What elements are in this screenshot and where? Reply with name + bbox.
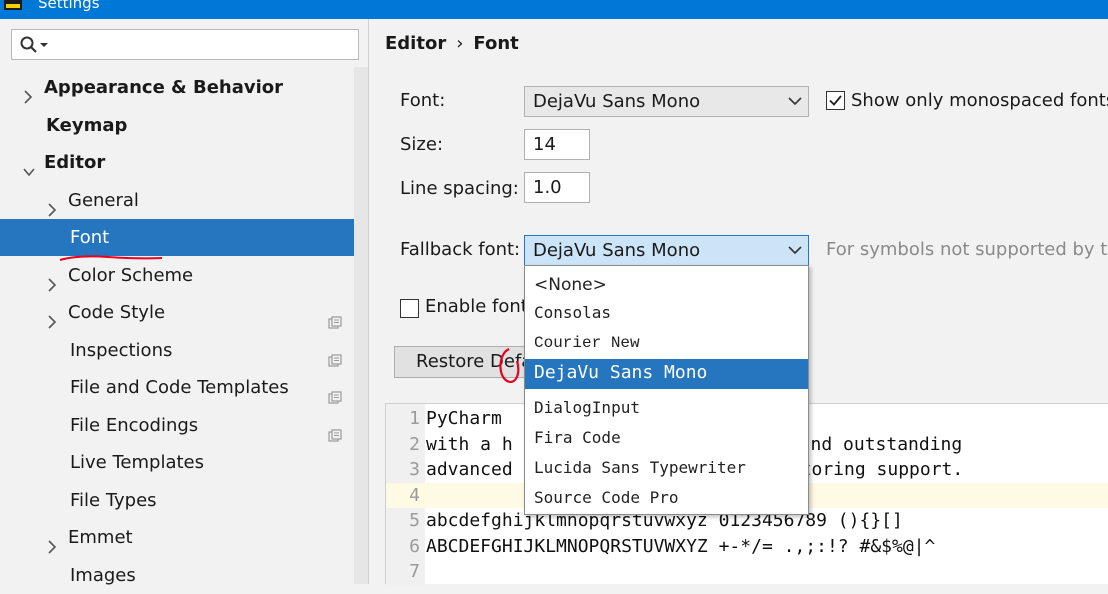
enable-ligatures-label: Enable font	[425, 296, 528, 317]
chevron-right-icon[interactable]	[22, 80, 34, 104]
fallback-font-label: Fallback font:	[400, 239, 521, 260]
breadcrumb: Editor › Font	[385, 33, 519, 54]
app-icon	[4, 0, 22, 10]
project-scope-icon	[328, 419, 342, 442]
dropdown-option-fira-code[interactable]: Fira Code	[525, 424, 808, 452]
line-number: 1	[409, 408, 420, 429]
dropdown-option-dejavu-sans-mono[interactable]: DejaVu Sans Mono	[525, 359, 808, 389]
project-scope-icon	[328, 344, 342, 367]
line-number: 7	[409, 561, 420, 582]
preview-line: 6 ABCDEFGHIJKLMNOPQRSTUVWXYZ +-*/= .,;:!?…	[386, 534, 1108, 560]
breadcrumb-parent[interactable]: Editor	[385, 33, 446, 54]
breadcrumb-current: Font	[473, 33, 519, 54]
window-title: Settings	[38, 0, 100, 12]
preview-line-text: with a h	[426, 433, 513, 455]
chevron-right-icon[interactable]	[46, 193, 58, 217]
chevron-right-icon[interactable]	[46, 305, 58, 329]
sidebar-item-label: File Types	[70, 489, 157, 511]
settings-sidebar: Appearance & Behavior Keymap Editor General…	[0, 19, 369, 586]
breadcrumb-separator: ›	[456, 33, 464, 54]
size-label: Size:	[400, 134, 444, 155]
line-number: 3	[409, 459, 420, 480]
project-scope-icon	[328, 306, 342, 329]
line-number: 4	[409, 484, 420, 506]
sidebar-item-file-types[interactable]: File Types	[0, 482, 354, 519]
fallback-font-combo[interactable]: DejaVu Sans Mono	[524, 235, 809, 266]
preview-line-text: advanced	[426, 459, 513, 480]
size-input[interactable]: 14	[524, 129, 590, 160]
sidebar-item-live-templates[interactable]: Live Templates	[0, 444, 354, 481]
dropdown-option-none[interactable]: <None>	[525, 271, 808, 299]
sidebar-item-file-encodings[interactable]: File Encodings	[0, 407, 354, 444]
title-bar: Settings	[0, 0, 1108, 19]
sidebar-item-general[interactable]: General	[0, 182, 354, 219]
line-spacing-input[interactable]: 1.0	[524, 172, 590, 203]
fallback-font-value: DejaVu Sans Mono	[533, 240, 701, 261]
line-spacing-label: Line spacing:	[400, 178, 519, 199]
chevron-down-icon[interactable]	[22, 155, 35, 177]
monospaced-checkbox[interactable]	[826, 91, 845, 110]
sidebar-item-label: File Encodings	[70, 414, 199, 436]
sidebar-item-label: Editor	[44, 152, 106, 173]
font-combo-value: DejaVu Sans Mono	[533, 91, 701, 112]
chevron-right-icon[interactable]	[46, 268, 58, 292]
sidebar-item-label: Font	[70, 227, 110, 248]
sidebar-item-keymap[interactable]: Keymap	[0, 107, 354, 144]
sidebar-item-images[interactable]: Images	[0, 557, 354, 594]
sidebar-item-code-style[interactable]: Code Style	[0, 294, 354, 331]
sidebar-item-label: Images	[70, 564, 136, 586]
sidebar-item-font[interactable]: Font	[0, 219, 354, 256]
sidebar-item-label: General	[68, 189, 139, 211]
sidebar-item-label: Keymap	[46, 114, 128, 136]
dropdown-option-lucida-sans-typewriter[interactable]: Lucida Sans Typewriter	[525, 454, 808, 482]
sidebar-item-appearance-behavior[interactable]: Appearance & Behavior	[0, 69, 354, 106]
search-input[interactable]	[11, 29, 359, 60]
fallback-hint: For symbols not supported by th	[826, 239, 1108, 260]
dropdown-option-consolas[interactable]: Consolas	[525, 299, 808, 327]
sidebar-scrollbar[interactable]	[354, 67, 368, 584]
line-number: 5	[409, 510, 420, 531]
sidebar-item-color-scheme[interactable]: Color Scheme	[0, 257, 354, 294]
search-icon	[20, 36, 48, 53]
line-number: 6	[409, 535, 420, 557]
dropdown-option-source-code-pro[interactable]: Source Code Pro	[525, 484, 808, 512]
chevron-down-icon	[788, 97, 802, 106]
sidebar-item-inspections[interactable]: Inspections	[0, 332, 354, 369]
preview-line-text: ABCDEFGHIJKLMNOPQRSTUVWXYZ +-*/= .,;:!? …	[426, 535, 936, 557]
sidebar-item-label: Code Style	[68, 302, 166, 323]
preview-line: 7	[386, 559, 1108, 585]
sidebar-item-label: Appearance & Behavior	[44, 77, 284, 98]
restore-defaults-button[interactable]: Restore Defa	[394, 346, 529, 378]
sidebar-item-label: Color Scheme	[68, 264, 194, 286]
dropdown-option-dialoginput[interactable]: DialogInput	[525, 394, 808, 422]
preview-line-text: PyCharm	[426, 408, 502, 429]
line-number: 2	[409, 433, 420, 455]
dropdown-option-courier-new[interactable]: Courier New	[525, 329, 808, 357]
sidebar-item-label: Emmet	[68, 527, 133, 548]
monospaced-label: Show only monospaced fonts	[851, 90, 1108, 111]
chevron-down-icon	[788, 246, 802, 255]
sidebar-item-emmet[interactable]: Emmet	[0, 519, 354, 556]
sidebar-item-editor[interactable]: Editor	[0, 144, 354, 181]
fallback-font-dropdown[interactable]: <None> Consolas Courier New DejaVu Sans Mon…	[524, 265, 809, 515]
sidebar-item-file-and-code-templates[interactable]: File and Code Templates	[0, 369, 354, 406]
project-scope-icon	[328, 381, 342, 404]
font-combo[interactable]: DejaVu Sans Mono	[524, 86, 809, 117]
checkmark-icon	[829, 95, 842, 106]
sidebar-item-label: Inspections	[70, 339, 173, 361]
chevron-right-icon[interactable]	[46, 530, 58, 554]
sidebar-item-label: File and Code Templates	[70, 377, 289, 398]
enable-ligatures-checkbox[interactable]	[400, 299, 419, 318]
sidebar-item-label: Live Templates	[70, 452, 204, 473]
font-label: Font:	[400, 90, 446, 111]
